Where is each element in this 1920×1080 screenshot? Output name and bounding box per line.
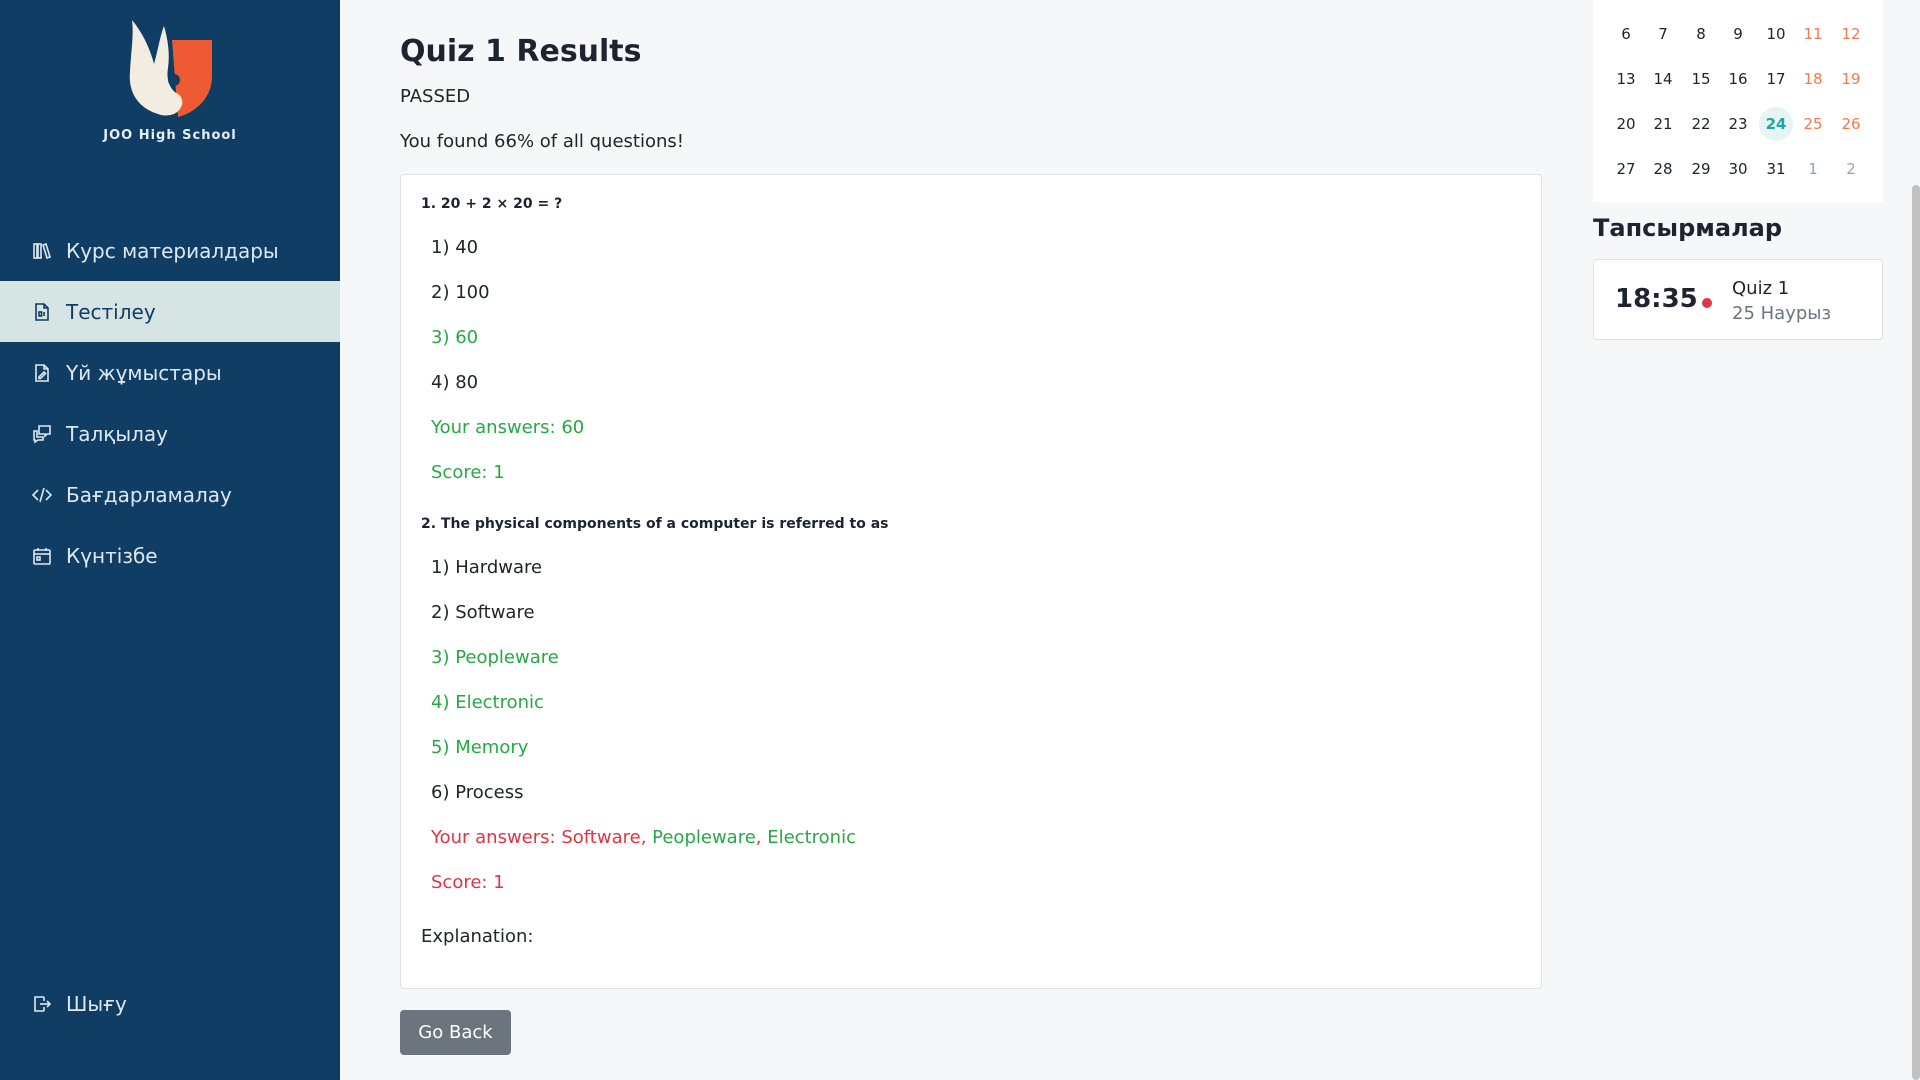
your-answer-correct: Peopleware (652, 827, 756, 848)
results-card: 1. 20 + 2 × 20 = ? 1) 40 2) 100 3) 60 4)… (400, 174, 1542, 989)
task-date: 25 Наурыз (1732, 303, 1832, 324)
logout-icon (32, 994, 52, 1014)
sidebar-item-label: Тестілеу (66, 299, 156, 324)
sidebar-item-calendar[interactable]: Күнтізбе (0, 525, 340, 586)
calendar-day[interactable]: 20 (1609, 107, 1643, 141)
your-answer-wrong: Software (561, 827, 641, 848)
explanation-label: Explanation: (421, 926, 534, 947)
calendar-day[interactable]: 14 (1646, 62, 1680, 96)
calendar-day-today[interactable]: 24 (1759, 107, 1793, 141)
sidebar-item-label: Курс материалдары (66, 238, 279, 263)
calendar-day[interactable]: 23 (1721, 107, 1755, 141)
tasks-title: Тапсырмалар (1593, 214, 1783, 242)
school-name: JOO High School (103, 128, 237, 143)
task-name: Quiz 1 (1732, 278, 1790, 299)
answer-option: 2) Software (431, 602, 535, 623)
your-answers-label: Your answers: (431, 417, 562, 438)
go-back-button[interactable]: Go Back (400, 1010, 511, 1055)
calendar-day[interactable]: 25 (1796, 107, 1830, 141)
sidebar-item-label: Талқылау (66, 421, 169, 446)
sidebar-item-testing[interactable]: Тестілеу (0, 281, 340, 342)
task-status-dot-icon (1702, 298, 1712, 308)
your-answers: Your answers: Software, Peopleware, Elec… (431, 827, 856, 848)
answer-option-correct: 5) Memory (431, 737, 529, 758)
result-status: PASSED (400, 86, 471, 107)
your-answers-label: Your answers: (431, 827, 562, 848)
answer-option: 6) Process (431, 782, 524, 803)
calendar-day[interactable]: 15 (1684, 62, 1718, 96)
question-score: Score: 1 (431, 872, 505, 893)
answer-separator: , (755, 827, 768, 848)
answer-option: 1) 40 (431, 237, 479, 258)
answer-option-correct: 3) Peopleware (431, 647, 559, 668)
sidebar-item-discussion[interactable]: Талқылау (0, 403, 340, 464)
question-score: Score: 1 (431, 462, 505, 483)
sidebar-nav: Курс материалдары Тестілеу Үй жұмыстары … (0, 220, 340, 586)
sidebar-item-course-materials[interactable]: Курс материалдары (0, 220, 340, 281)
question-title: 1. 20 + 2 × 20 = ? (421, 196, 563, 212)
logout-label: Шығу (66, 991, 127, 1016)
task-time: 18:35 (1615, 284, 1698, 314)
calendar-day[interactable]: 2 (1834, 152, 1868, 186)
mini-calendar: 6 7 8 9 10 11 12 13 14 15 16 17 18 19 20 21 22 23 24 25 26 27… (1593, 0, 1883, 202)
calendar-day[interactable]: 29 (1684, 152, 1718, 186)
logout-button[interactable]: Шығу (0, 973, 340, 1034)
calendar-icon (32, 546, 52, 566)
sidebar: JOO High School Курс материалдары Тестіл… (0, 0, 340, 1080)
code-icon (32, 485, 52, 505)
calendar-day[interactable]: 21 (1646, 107, 1680, 141)
sidebar-item-programming[interactable]: Бағдарламалау (0, 464, 340, 525)
answer-option: 1) Hardware (431, 557, 543, 578)
calendar-day[interactable]: 27 (1609, 152, 1643, 186)
books-icon (32, 241, 52, 261)
calendar-day[interactable]: 8 (1684, 17, 1718, 51)
answer-option-correct: 4) Electronic (431, 692, 544, 713)
test-file-icon (32, 302, 52, 322)
calendar-day[interactable]: 11 (1796, 17, 1830, 51)
calendar-day[interactable]: 10 (1759, 17, 1793, 51)
answer-option: 2) 100 (431, 282, 490, 303)
answer-separator: , (640, 827, 653, 848)
calendar-day[interactable]: 16 (1721, 62, 1755, 96)
sidebar-item-homework[interactable]: Үй жұмыстары (0, 342, 340, 403)
question-title: 2. The physical components of a computer… (421, 516, 889, 532)
logout-container: Шығу (0, 973, 340, 1034)
result-summary: You found 66% of all questions! (400, 131, 684, 152)
sidebar-item-label: Күнтізбе (66, 543, 158, 568)
logo[interactable]: JOO High School (0, 18, 340, 143)
your-answers: Your answers: 60 (431, 417, 584, 438)
school-logo-icon (129, 20, 212, 117)
answer-option-correct: 3) 60 (431, 327, 479, 348)
calendar-day[interactable]: 28 (1646, 152, 1680, 186)
calendar-day[interactable]: 26 (1834, 107, 1868, 141)
calendar-day[interactable]: 31 (1759, 152, 1793, 186)
calendar-day[interactable]: 9 (1721, 17, 1755, 51)
task-card[interactable]: 18:35 Quiz 1 25 Наурыз (1593, 259, 1883, 340)
calendar-day[interactable]: 1 (1796, 152, 1830, 186)
answer-option: 4) 80 (431, 372, 479, 393)
calendar-day[interactable]: 17 (1759, 62, 1793, 96)
your-answer-correct: Electronic (767, 827, 856, 848)
chat-icon (32, 424, 52, 444)
calendar-day[interactable]: 7 (1646, 17, 1680, 51)
sidebar-item-label: Бағдарламалау (66, 482, 232, 507)
calendar-day[interactable]: 30 (1721, 152, 1755, 186)
homework-file-icon (32, 363, 52, 383)
page-title: Quiz 1 Results (400, 34, 642, 69)
calendar-day[interactable]: 13 (1609, 62, 1643, 96)
calendar-day[interactable]: 22 (1684, 107, 1718, 141)
calendar-day[interactable]: 19 (1834, 62, 1868, 96)
page-scrollbar[interactable] (1912, 185, 1920, 1080)
calendar-day[interactable]: 6 (1609, 17, 1643, 51)
sidebar-item-label: Үй жұмыстары (66, 360, 222, 385)
your-answer-correct: 60 (561, 417, 585, 438)
calendar-day[interactable]: 12 (1834, 17, 1868, 51)
calendar-day[interactable]: 18 (1796, 62, 1830, 96)
